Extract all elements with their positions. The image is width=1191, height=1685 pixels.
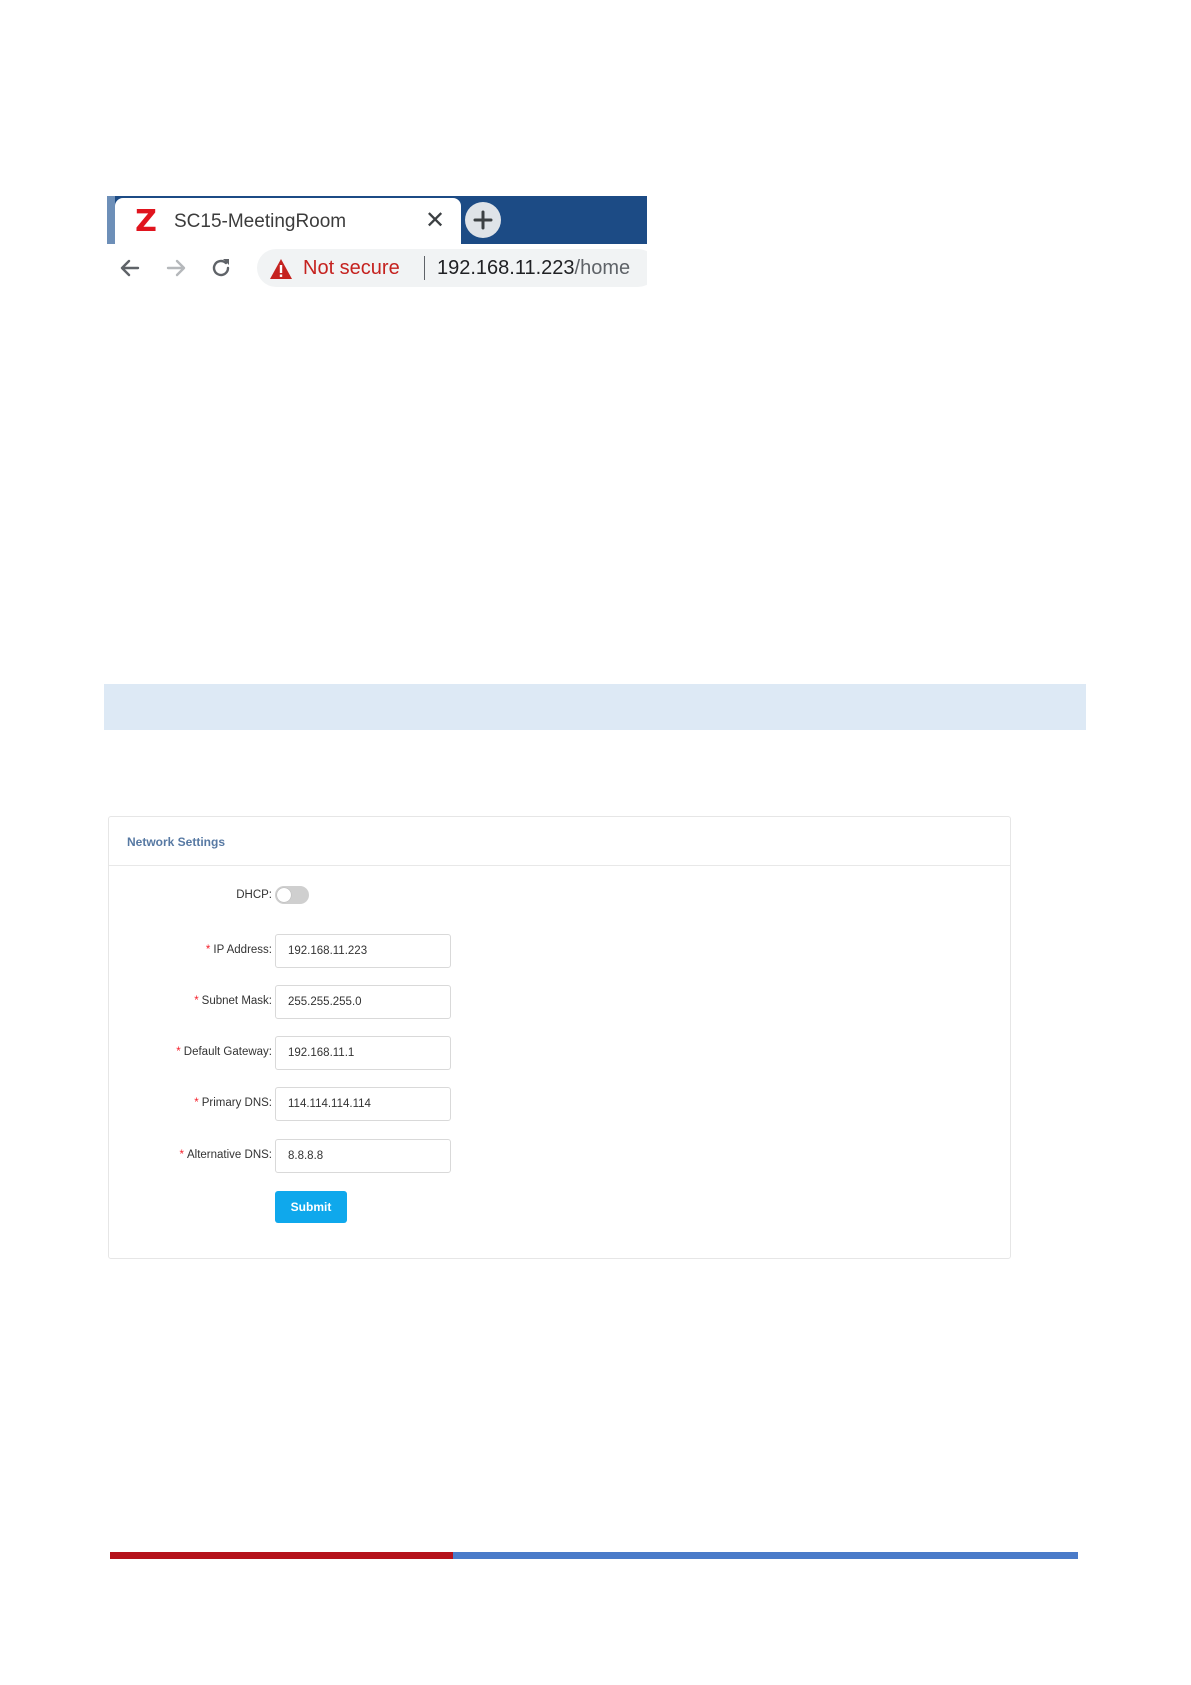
default-gateway-input[interactable] — [275, 1036, 451, 1070]
footer-rule-blue — [453, 1552, 1078, 1559]
primary-dns-row: * Primary DNS: — [109, 1087, 1010, 1121]
alternative-dns-row: * Alternative DNS: — [109, 1139, 1010, 1173]
ip-address-input[interactable] — [275, 934, 451, 968]
subnet-mask-label: * Subnet Mask: — [194, 995, 272, 1007]
dhcp-label: DHCP: — [236, 889, 272, 901]
tab-strip: Z SC15-MeetingRoom ✕ — [107, 196, 647, 244]
tab-title: SC15-MeetingRoom — [174, 211, 347, 232]
required-marker: * — [194, 995, 199, 1007]
arrow-left-icon — [120, 259, 140, 277]
dhcp-toggle[interactable] — [275, 886, 309, 904]
submit-button[interactable]: Submit — [275, 1191, 347, 1223]
forward-button[interactable] — [163, 255, 189, 281]
toggle-knob — [277, 888, 291, 902]
required-marker: * — [194, 1097, 199, 1109]
browser-toolbar: Not secure 192.168.11.223/home — [107, 244, 647, 291]
url-text[interactable]: 192.168.11.223/home — [437, 257, 630, 280]
network-settings-panel: Network Settings DHCP: *IP Address: *Sub… — [108, 816, 1011, 1259]
browser-tab[interactable]: Z SC15-MeetingRoom ✕ — [115, 198, 461, 244]
alternative-dns-label: * Alternative DNS: — [179, 1149, 273, 1161]
address-bar[interactable]: Not secure 192.168.11.223/home — [257, 249, 647, 287]
required-marker: * — [205, 944, 211, 956]
url-host: 192.168.11.223 — [437, 257, 575, 279]
subnet-mask-row: * Subnet Mask: — [109, 985, 1010, 1019]
url-path: /home — [574, 257, 631, 279]
ip-address-label: * IP Address: — [205, 944, 272, 956]
default-gateway-label: * Default Gateway: — [176, 1046, 272, 1058]
reload-icon — [212, 259, 230, 277]
required-marker: * — [176, 1046, 181, 1058]
favicon-icon: Z — [135, 204, 157, 239]
alternative-dns-input[interactable] — [275, 1139, 451, 1173]
warning-triangle-icon — [270, 259, 292, 279]
dhcp-row: DHCP: — [109, 879, 1010, 913]
plus-icon — [473, 210, 493, 230]
required-marker: * — [179, 1149, 184, 1161]
reload-button[interactable] — [208, 255, 234, 281]
new-tab-button[interactable] — [465, 202, 501, 238]
document-page: Z SC15-MeetingRoom ✕ Not secure 192.168.… — [0, 0, 1191, 1685]
panel-header: Network Settings — [109, 817, 1010, 866]
security-status-label[interactable]: Not secure — [303, 257, 400, 280]
back-button[interactable] — [117, 255, 143, 281]
tab-strip-edge — [107, 196, 115, 244]
url-divider — [424, 256, 425, 280]
browser-window: Z SC15-MeetingRoom ✕ Not secure 192.168.… — [107, 196, 647, 291]
arrow-right-icon — [166, 259, 186, 277]
default-gateway-row: * Default Gateway: — [109, 1036, 1010, 1070]
close-icon[interactable]: ✕ — [423, 208, 447, 232]
info-band — [104, 684, 1086, 730]
footer-rule-red — [110, 1552, 453, 1559]
panel-title: Network Settings — [127, 835, 226, 849]
ip-address-row: * IP Address: — [109, 934, 1010, 968]
subnet-mask-input[interactable] — [275, 985, 451, 1019]
primary-dns-label: * Primary DNS: — [194, 1097, 272, 1109]
primary-dns-input[interactable] — [275, 1087, 451, 1121]
